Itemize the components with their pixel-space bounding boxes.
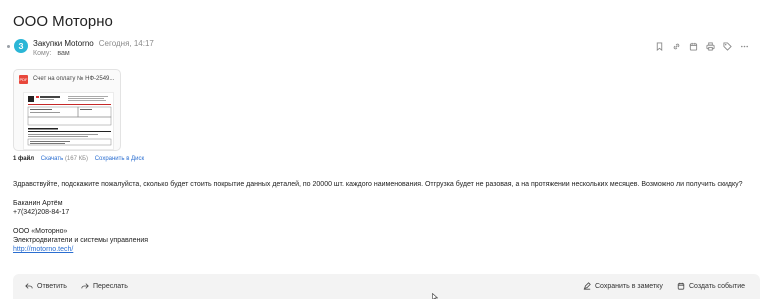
print-icon[interactable]	[706, 42, 715, 51]
recipient-line: Кому: вам	[33, 50, 70, 57]
message-date: Сегодня, 14:17	[98, 39, 154, 48]
calendar-icon[interactable]	[689, 42, 698, 51]
bookmark-icon[interactable]	[655, 42, 664, 51]
to-label: Кому:	[33, 50, 52, 57]
reply-button[interactable]: Ответить	[25, 282, 67, 290]
to-value[interactable]: вам	[57, 50, 69, 57]
signature-company-desc: Электродвигатели и системы управления	[13, 237, 149, 244]
save-to-disk-link[interactable]: Сохранить в Диск	[95, 156, 144, 162]
save-to-note-button[interactable]: Сохранить в заметку	[583, 282, 663, 290]
previous-message-fragment	[0, 0, 768, 6]
message-body: Здравствуйте, подскажите пожалуйста, ско…	[13, 180, 743, 254]
signature-company: ООО «Моторно»	[13, 228, 68, 235]
avatar[interactable]: З	[14, 39, 28, 53]
body-paragraph: Здравствуйте, подскажите пожалуйста, ско…	[13, 181, 743, 188]
attachment-file-name: Счет на оплату № НФ-2549...	[33, 76, 115, 82]
message-actions	[655, 42, 749, 51]
tag-icon[interactable]	[723, 42, 732, 51]
mouse-cursor-icon	[432, 293, 438, 299]
calendar-icon	[677, 282, 685, 290]
invoice-thumbnail-graphic	[27, 96, 112, 146]
reply-icon	[25, 283, 33, 289]
message-bottom-toolbar: Ответить Переслать Сохранить в заметку С…	[13, 274, 760, 299]
reply-label: Ответить	[37, 282, 67, 290]
attachment-preview	[23, 92, 114, 150]
create-event-button[interactable]: Создать событие	[677, 282, 745, 290]
pdf-file-icon: PDF	[19, 74, 28, 84]
signature-name: Баканин Артём	[13, 200, 63, 207]
attachment-header: PDF Счет на оплату № НФ-2549...	[14, 70, 120, 88]
download-link[interactable]: Скачать	[41, 156, 64, 162]
save-to-note-label: Сохранить в заметку	[595, 282, 663, 290]
sender-name[interactable]: Закупки Motorno	[33, 39, 94, 48]
attachment-card[interactable]: PDF Счет на оплату № НФ-2549...	[13, 69, 121, 151]
forward-button[interactable]: Переслать	[81, 282, 128, 290]
note-icon	[583, 282, 591, 290]
create-event-label: Создать событие	[689, 282, 746, 290]
attachment-summary: 1 файл Скачать (167 КБ) Сохранить в Диск	[13, 156, 144, 162]
forward-icon	[81, 283, 89, 289]
files-count: 1 файл	[13, 156, 35, 162]
sender-line: Закупки Motorno Сегодня, 14:17	[33, 39, 154, 48]
link-icon[interactable]	[672, 42, 681, 51]
website-link[interactable]: http://motorno.tech/	[13, 246, 73, 253]
forward-label: Переслать	[93, 282, 128, 290]
signature-phone: +7(342)208-84-17	[13, 209, 70, 216]
attachment-size: (167 КБ)	[64, 156, 89, 162]
read-status-dot[interactable]	[7, 45, 10, 48]
message-subject: ООО Моторно	[13, 13, 113, 30]
more-icon[interactable]	[740, 42, 749, 51]
